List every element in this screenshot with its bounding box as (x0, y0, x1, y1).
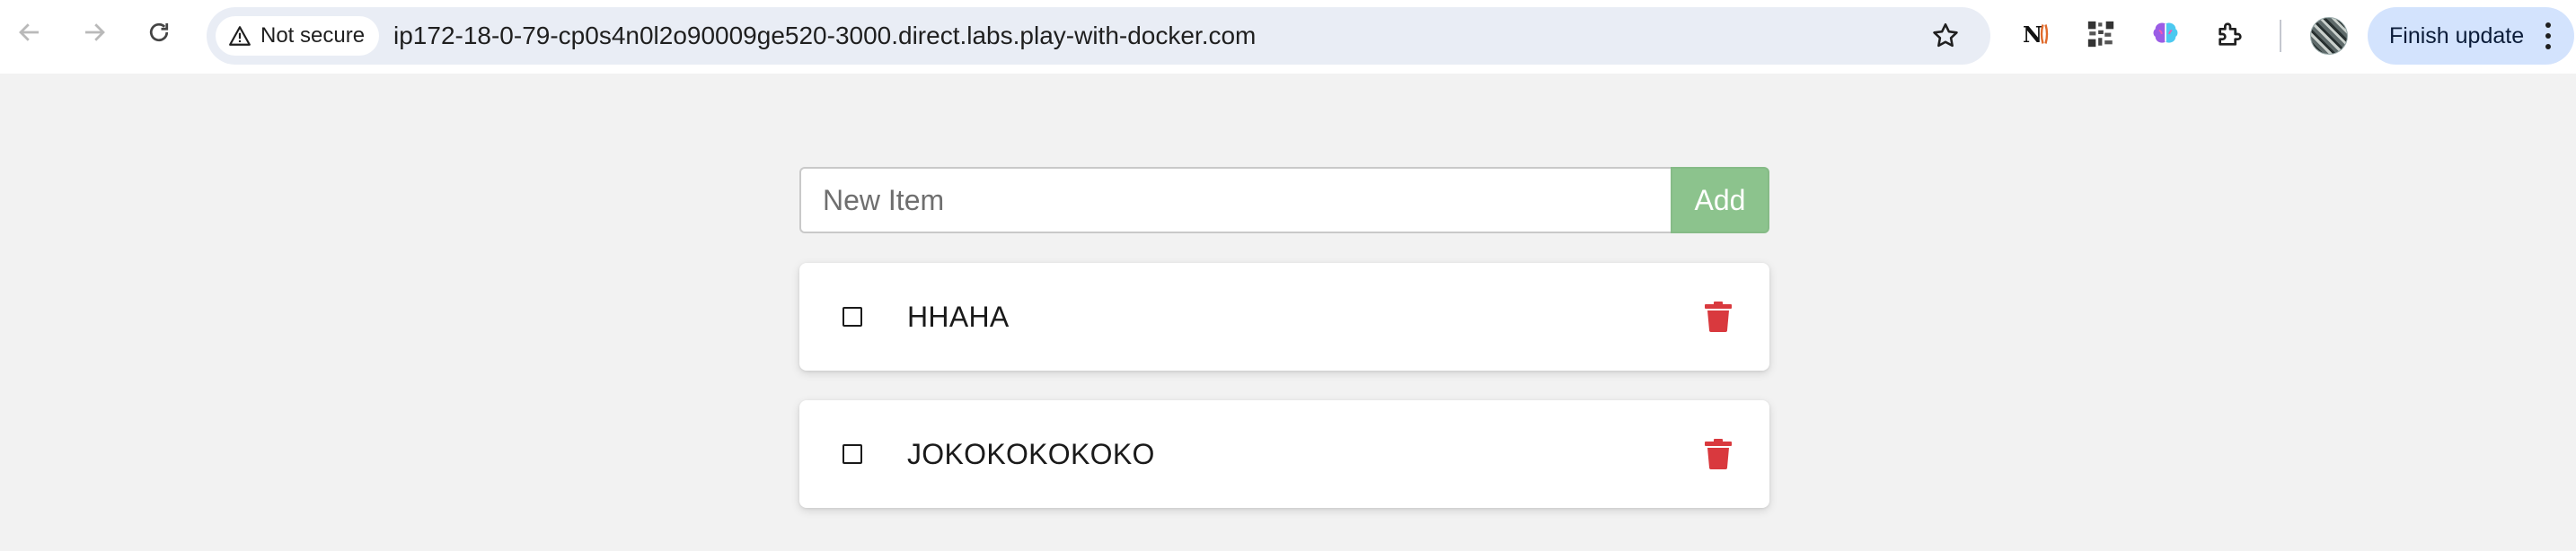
browser-toolbar: Not secure ip172-18-0-79-cp0s4n0l2o90009… (0, 0, 2576, 74)
security-label: Not secure (260, 23, 366, 48)
qr-extension[interactable] (2082, 15, 2120, 53)
toolbar-divider (2280, 20, 2281, 52)
item-name: JOKOKOKOKOKO (907, 438, 1155, 470)
forward-button[interactable] (74, 12, 115, 53)
finish-update-button[interactable]: Finish update (2368, 7, 2574, 65)
url-text[interactable]: ip172-18-0-79-cp0s4n0l2o90009ge520-3000.… (393, 7, 1256, 65)
back-button[interactable] (9, 12, 50, 53)
svg-text:N: N (2023, 22, 2042, 48)
address-bar[interactable]: Not secure ip172-18-0-79-cp0s4n0l2o90009… (207, 7, 1990, 65)
add-item-form: Add (799, 167, 1769, 233)
todo-item: HHAHA (799, 263, 1769, 371)
brain-extension[interactable] (2147, 15, 2184, 53)
trash-icon[interactable] (1705, 439, 1732, 469)
new-item-input[interactable] (799, 167, 1671, 233)
extensions-button[interactable] (2211, 15, 2249, 53)
notion-extension-icon: N (2023, 22, 2049, 48)
star-icon (1933, 22, 1958, 48)
site-security-chip[interactable]: Not secure (216, 16, 380, 56)
todo-item: JOKOKOKOKOKO (799, 400, 1769, 508)
back-icon (19, 23, 39, 41)
warning-icon (229, 26, 251, 46)
forward-icon (85, 23, 105, 41)
qr-extension-icon (2086, 20, 2115, 48)
notion-extension[interactable]: N (2017, 15, 2055, 53)
complete-checkbox[interactable] (842, 307, 862, 327)
add-button[interactable]: Add (1671, 167, 1769, 233)
complete-checkbox[interactable] (842, 444, 862, 464)
finish-update-label: Finish update (2389, 22, 2525, 48)
reload-button[interactable] (138, 12, 180, 53)
brain-extension-icon (2153, 22, 2178, 43)
trash-icon[interactable] (1705, 302, 1732, 332)
menu-kebab-icon[interactable] (2545, 22, 2551, 49)
reload-icon (149, 22, 169, 42)
extensions-puzzle-icon (2219, 22, 2242, 46)
bookmark-button[interactable] (1928, 18, 1963, 54)
profile-avatar[interactable] (2310, 17, 2348, 55)
item-name: HHAHA (907, 301, 1010, 333)
